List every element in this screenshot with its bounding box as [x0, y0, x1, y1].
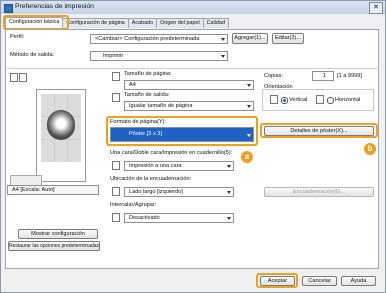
- vertical-radio[interactable]: [281, 97, 288, 104]
- collate-select[interactable]: Desactivado: [124, 213, 234, 223]
- edit-profile-button[interactable]: Editar(2)...: [272, 33, 304, 44]
- page-size-label: Tamaño de página:: [124, 71, 172, 77]
- printer-icon: [4, 4, 13, 13]
- output-size-icon: [112, 93, 120, 102]
- window-title: Preferencias de impresión: [15, 3, 94, 10]
- landscape-icon: [316, 95, 324, 104]
- ok-button[interactable]: Aceptar: [260, 276, 295, 286]
- profile-select[interactable]: <Cambiar> Configuración predeterminada: [90, 34, 228, 44]
- binding-select[interactable]: Lado largo [izquierdo]: [124, 187, 234, 197]
- profile-label: Perfil:: [10, 34, 25, 40]
- output-method-value: Imprimir: [103, 53, 124, 59]
- add-profile-button[interactable]: Agregar(1)...: [232, 33, 268, 44]
- highlight-basic-tab: [3, 15, 69, 30]
- preview-caption-text: A4 [Escala: Auto]: [12, 187, 55, 193]
- output-size-value: Igualar tamaño de página: [129, 103, 193, 109]
- page-layout-select[interactable]: Póster [3 x 3]: [110, 127, 254, 142]
- poster-details-button[interactable]: Detalles de póster(X)...: [264, 126, 374, 136]
- binding-button[interactable]: Encuadernación(6)...: [264, 187, 374, 197]
- preview-mode-icon[interactable]: [10, 73, 18, 82]
- settings-panel: Perfil: <Cambiar> Configuración predeter…: [5, 29, 379, 269]
- binding-label: Ubicación de la encuadernación:: [110, 176, 192, 182]
- chevron-down-icon: [247, 134, 251, 137]
- printer-view-icon[interactable]: [19, 73, 27, 82]
- collate-label: Intercalar/Agrupar:: [110, 202, 157, 208]
- poster-preview: [36, 89, 86, 182]
- chevron-down-icon: [227, 165, 231, 168]
- callout-b: b: [364, 143, 376, 155]
- page-icon: [112, 72, 120, 81]
- chevron-down-icon: [221, 38, 225, 41]
- printing-preferences-window: Preferencias de impresión ✕ Configuració…: [0, 0, 386, 293]
- page-layout-value: Póster [3 x 3]: [129, 131, 162, 137]
- collate-icon: [112, 213, 120, 222]
- duplex-value: Impresión a una cara: [129, 163, 182, 169]
- horizontal-label: Horizontal: [335, 97, 361, 103]
- portrait-icon: [270, 95, 278, 104]
- chevron-down-icon: [247, 84, 251, 87]
- tab-page-setup[interactable]: Configuración de página: [62, 18, 129, 28]
- copies-range: [1 a 9999]: [337, 73, 362, 79]
- output-method-label: Método de salida:: [10, 52, 55, 58]
- callout-a: a: [241, 151, 253, 163]
- help-button[interactable]: Ayuda: [341, 276, 376, 286]
- output-size-label: Tamaño de salida:: [124, 92, 170, 98]
- binding-icon: [112, 187, 120, 196]
- preview-caption: A4 [Escala: Auto]: [7, 185, 99, 195]
- tab-quality[interactable]: Calidad: [202, 18, 229, 28]
- one-sided-icon: [112, 161, 120, 170]
- chevron-down-icon: [227, 191, 231, 194]
- copies-value: 1: [322, 73, 326, 79]
- collate-value: Desactivado: [129, 215, 160, 221]
- duplex-label: Una cara/Doble cara/Impresión en cuadern…: [110, 150, 233, 156]
- output-method-select[interactable]: Imprimir: [90, 51, 228, 61]
- title-bar: Preferencias de impresión ✕: [1, 1, 385, 14]
- chevron-down-icon: [227, 217, 231, 220]
- duplex-select[interactable]: Impresión a una cara: [124, 161, 234, 171]
- restore-defaults-button[interactable]: Restaurar las opciones predeterminadas: [8, 241, 100, 251]
- binding-value: Lado largo [izquierdo]: [129, 189, 183, 195]
- profile-value: <Cambiar> Configuración predeterminada: [95, 36, 200, 42]
- tab-paper-source[interactable]: Origen del papel: [156, 18, 204, 28]
- output-size-select[interactable]: Igualar tamaño de página: [124, 101, 254, 111]
- page-size-value: A4: [129, 82, 136, 88]
- chevron-down-icon: [247, 105, 251, 108]
- flower-image: [47, 110, 75, 140]
- horizontal-radio[interactable]: [327, 97, 334, 104]
- chevron-down-icon: [221, 55, 225, 58]
- show-settings-button[interactable]: Mostrar configuración: [18, 229, 98, 239]
- cancel-button[interactable]: Cancelar: [302, 276, 337, 286]
- vertical-label: Vertical: [289, 97, 308, 103]
- divider: [7, 68, 377, 69]
- tab-finishing[interactable]: Acabado: [127, 18, 158, 28]
- copies-input[interactable]: 1: [312, 71, 334, 81]
- page-layout-label: Formato de página(Y):: [110, 119, 166, 125]
- copies-label: Copias:: [264, 73, 283, 79]
- page-size-select[interactable]: A4: [124, 80, 254, 90]
- close-icon[interactable]: ✕: [369, 2, 383, 14]
